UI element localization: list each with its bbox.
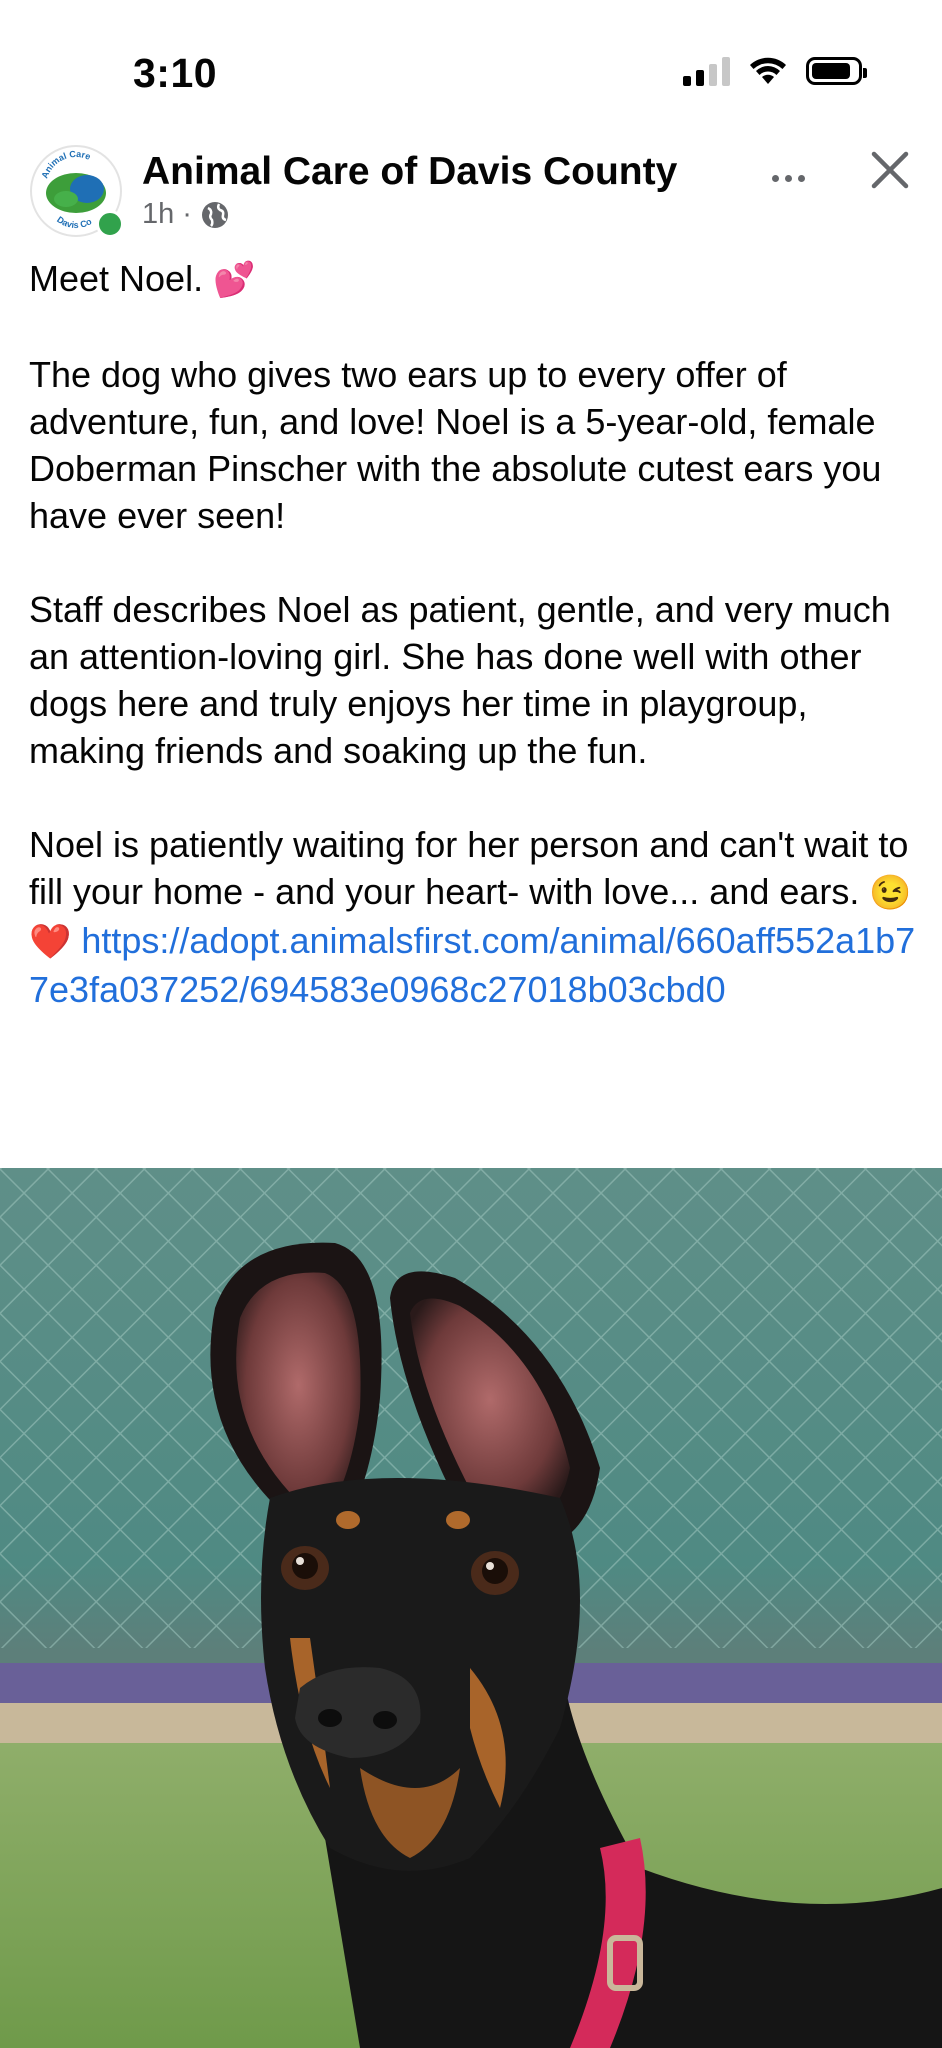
- meta-separator: ·: [182, 198, 192, 230]
- more-options-icon[interactable]: [762, 160, 814, 196]
- wifi-icon: [750, 57, 786, 84]
- post-paragraph-4-text: Noel is patiently waiting for her person…: [29, 824, 909, 912]
- cellular-signal-icon: [683, 56, 730, 86]
- avatar-text-bottom: Davis Co: [55, 214, 94, 230]
- post-paragraph-4: Noel is patiently waiting for her person…: [29, 821, 919, 1013]
- hearts-emoji: 💕: [213, 261, 256, 299]
- post-paragraph-2: The dog who gives two ears up to every o…: [29, 354, 882, 536]
- online-status-dot: [96, 210, 124, 238]
- status-icons: [683, 56, 867, 86]
- battery-icon: [806, 57, 867, 85]
- post-header: Animal Care Davis Co Animal Care of Davi…: [0, 140, 942, 250]
- post-paragraph-1: Meet Noel. 💕: [29, 255, 919, 304]
- page-name[interactable]: Animal Care of Davis County: [142, 150, 677, 194]
- post-paragraph-1-text: Meet Noel.: [29, 258, 204, 299]
- post-paragraph-3: Staff describes Noel as patient, gentle,…: [29, 589, 891, 771]
- status-time: 3:10: [133, 50, 218, 96]
- svg-text:Davis Co: Davis Co: [55, 214, 94, 230]
- adoption-link[interactable]: https://adopt.animalsfirst.com/animal/66…: [29, 920, 915, 1010]
- post-time[interactable]: 1h: [142, 198, 174, 231]
- post-photo[interactable]: [0, 1168, 942, 2048]
- globe-icon: [201, 201, 228, 228]
- post-meta: 1h ·: [142, 198, 230, 231]
- status-bar: 3:10: [0, 0, 942, 140]
- post-text: Meet Noel. 💕 The dog who gives two ears …: [29, 255, 919, 1013]
